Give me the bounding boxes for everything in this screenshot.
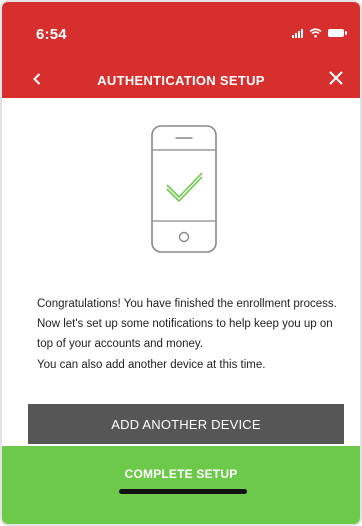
complete-setup-label: COMPLETE SETUP bbox=[124, 467, 238, 481]
enrollment-message: Congratulations! You have finished the e… bbox=[37, 294, 337, 375]
add-device-hint-text: You can also add another device at this … bbox=[37, 359, 266, 371]
complete-setup-button[interactable]: COMPLETE SETUP bbox=[2, 446, 360, 524]
signal-icon bbox=[292, 28, 303, 38]
status-time: 6:54 bbox=[36, 26, 67, 43]
page-title: AUTHENTICATION SETUP bbox=[97, 73, 265, 88]
status-bar: 6:54 bbox=[2, 2, 360, 64]
app-screen: 6:54 AUTHENTICATION SETUP Congratulation… bbox=[0, 0, 362, 526]
nav-bar: AUTHENTICATION SETUP bbox=[2, 64, 360, 98]
wifi-icon bbox=[309, 28, 322, 38]
congratulations-text: Congratulations! You have finished the e… bbox=[37, 298, 337, 350]
battery-icon bbox=[328, 29, 347, 37]
close-button[interactable] bbox=[324, 66, 348, 90]
phone-checkmark-icon bbox=[151, 125, 217, 253]
add-another-device-button[interactable]: ADD ANOTHER DEVICE bbox=[28, 404, 344, 444]
status-icons bbox=[292, 28, 347, 38]
close-icon bbox=[329, 71, 343, 85]
home-indicator bbox=[119, 489, 247, 494]
